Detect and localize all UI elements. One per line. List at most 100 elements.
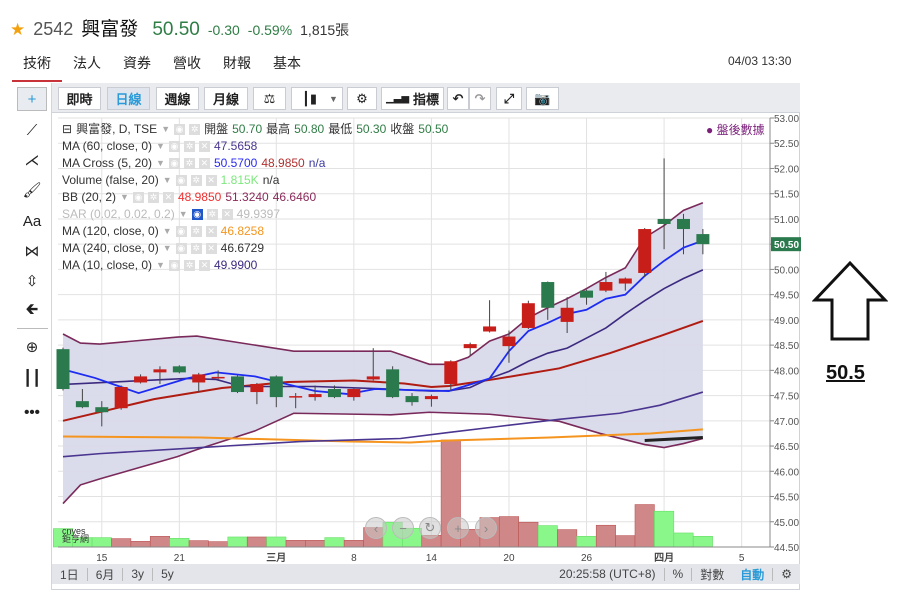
volume-bar: [149, 536, 170, 548]
candle-body: [269, 376, 283, 398]
indicator-legend: ⊟ 興富發, D, TSE ▼ ◉ ✲ 開盤 50.70 最高 50.80 最低 50.30 …: [62, 121, 448, 274]
x-tick-label: 三月: [266, 552, 286, 564]
legend-ma10[interactable]: MA (10, close, 0) ▼ ◉ ✲ ✕ 49.9900: [62, 257, 448, 274]
gear-icon[interactable]: ✲: [190, 243, 202, 254]
scroll-right-icon[interactable]: ›: [475, 517, 497, 539]
legend-volume[interactable]: Volume (false, 20) ▼ ◉ ✲ ✕ 1.815K n/a: [62, 172, 448, 189]
eye-icon[interactable]: ◉: [175, 243, 187, 254]
gear-icon[interactable]: ✲: [183, 141, 195, 152]
gear-icon[interactable]: ✲: [190, 175, 202, 186]
eye-icon[interactable]: ◉: [168, 141, 180, 152]
eye-icon[interactable]: ◉: [132, 192, 144, 203]
candle-body: [95, 407, 109, 413]
candle-body: [172, 366, 186, 373]
volume-bar: [285, 540, 306, 548]
x-tick-label: 20: [503, 553, 515, 564]
candle-body: [192, 374, 206, 383]
eye-icon[interactable]: ◉: [175, 226, 187, 237]
candle-body: [580, 290, 594, 298]
legend-bb[interactable]: BB (20, 2) ▼ ◉ ✲ ✕ 48.9850 51.3240 46.6460: [62, 189, 448, 206]
log-toggle[interactable]: 對數: [692, 566, 732, 583]
range-1d[interactable]: 1日: [52, 566, 87, 583]
y-tick-label: 52.00: [774, 164, 799, 175]
reset-icon[interactable]: ↻: [419, 517, 441, 539]
collapse-icon[interactable]: ⊟: [62, 121, 72, 138]
y-tick-label: 48.50: [774, 341, 799, 352]
candle-body: [599, 282, 613, 291]
gear-icon[interactable]: ✲: [189, 124, 201, 135]
close-icon[interactable]: ✕: [205, 226, 217, 237]
axis-settings-icon[interactable]: ⚙: [773, 567, 800, 581]
close-icon[interactable]: ✕: [198, 158, 210, 169]
candle-body: [327, 389, 341, 398]
volume-bar: [246, 536, 267, 548]
clock: 20:25:58 (UTC+8): [559, 567, 656, 581]
close-icon[interactable]: ✕: [221, 209, 233, 220]
annotation-value: 50.5: [826, 362, 865, 384]
candle-body: [386, 369, 400, 398]
x-tick-label: 四月: [654, 552, 674, 564]
x-tick-label: 8: [351, 553, 357, 564]
volume-bar: [673, 532, 694, 548]
y-tick-label: 47.50: [774, 392, 799, 403]
candle-body: [521, 303, 535, 328]
zoom-out-icon[interactable]: −: [392, 517, 414, 539]
gear-icon[interactable]: ✲: [147, 192, 159, 203]
gear-icon[interactable]: ✲: [206, 209, 218, 220]
legend-ma60[interactable]: MA (60, close, 0) ▼ ◉ ✲ ✕ 47.5658: [62, 138, 448, 155]
after-hours-label: ● 盤後數據: [706, 123, 765, 137]
y-tick-label: 53.00: [774, 114, 799, 125]
y-tick-label: 48.00: [774, 366, 799, 377]
volume-bar: [324, 537, 345, 548]
close-icon[interactable]: ✕: [205, 175, 217, 186]
x-tick-label: 21: [174, 553, 186, 564]
x-tick-label: 15: [96, 553, 108, 564]
gear-icon[interactable]: ✲: [190, 226, 202, 237]
gear-icon[interactable]: ✲: [183, 158, 195, 169]
volume-bar: [130, 541, 151, 548]
candle-body: [483, 326, 497, 332]
legend-ma240[interactable]: MA (240, close, 0) ▼ ◉ ✲ ✕ 46.6729: [62, 240, 448, 257]
eye-icon[interactable]: ◉: [168, 158, 180, 169]
gear-icon[interactable]: ✲: [183, 260, 195, 271]
range-3y[interactable]: 3y: [123, 567, 152, 581]
close-icon[interactable]: ✕: [205, 243, 217, 254]
legend-ma120[interactable]: MA (120, close, 0) ▼ ◉ ✲ ✕ 46.8258: [62, 223, 448, 240]
percent-toggle[interactable]: %: [665, 567, 692, 581]
range-5y[interactable]: 5y: [153, 567, 182, 581]
legend-ma-cross[interactable]: MA Cross (5, 20) ▼ ◉ ✲ ✕ 50.5700 48.9850 n/a: [62, 155, 448, 172]
close-icon[interactable]: ✕: [162, 192, 174, 203]
y-tick-label: 50.00: [774, 265, 799, 276]
eye-icon[interactable]: ◉: [168, 260, 180, 271]
candle-body: [657, 218, 671, 224]
eye-icon[interactable]: ◉: [175, 175, 187, 186]
volume-bar: [615, 535, 636, 548]
volume-bar: [498, 516, 519, 548]
candle-body: [463, 344, 477, 349]
candle-body: [405, 396, 419, 403]
scroll-left-icon[interactable]: ‹: [365, 517, 387, 539]
volume-bar: [91, 537, 112, 548]
range-6m[interactable]: 6月: [88, 566, 123, 583]
cnyes-logo: cnyes 鉅亨網: [62, 526, 90, 544]
y-tick-label: 45.50: [774, 493, 799, 504]
y-tick-label: 44.50: [774, 543, 799, 554]
eye-icon[interactable]: ◉: [174, 124, 186, 135]
candle-body: [308, 394, 322, 398]
candle-body: [638, 229, 652, 273]
volume-bar: [518, 521, 539, 548]
eye-hidden-icon[interactable]: ◉: [191, 209, 203, 220]
volume-bar: [537, 525, 558, 548]
candle-body: [424, 396, 438, 400]
auto-toggle[interactable]: 自動: [732, 566, 772, 583]
legend-sar[interactable]: SAR (0.02, 0.02, 0.2) ▼ ◉ ✲ ✕ 49.9397: [62, 206, 448, 223]
x-tick-label: 26: [581, 553, 593, 564]
close-icon[interactable]: ✕: [198, 141, 210, 152]
y-tick-label: 49.50: [774, 291, 799, 302]
close-icon[interactable]: ✕: [198, 260, 210, 271]
candle-body: [676, 218, 690, 230]
price-chart[interactable]: 53.00 52.50 52.00 51.50 51.00 50.50 50.00 49.50…: [0, 0, 900, 600]
zoom-in-nav-icon[interactable]: +: [447, 517, 469, 539]
volume-bar: [169, 538, 190, 548]
volume-bar: [266, 536, 287, 548]
